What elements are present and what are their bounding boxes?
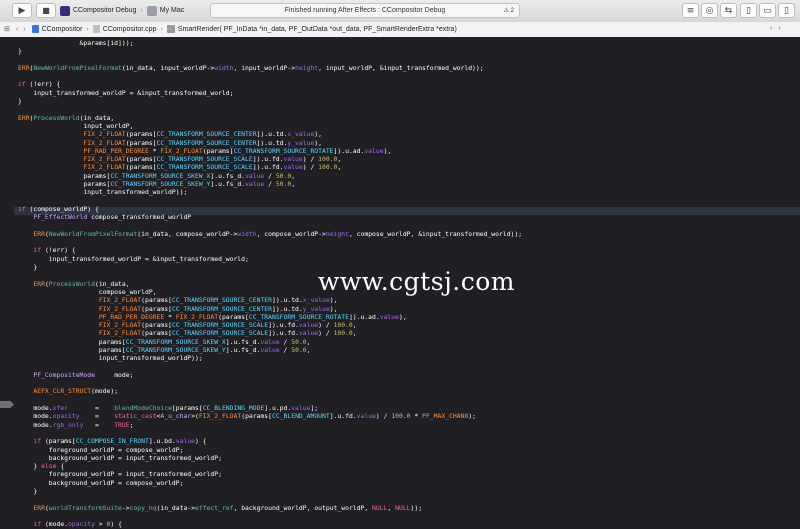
app-icon [60, 5, 70, 16]
project-icon [31, 25, 39, 33]
forward-icon[interactable]: › [23, 26, 25, 33]
code-line[interactable]: ​ [18, 429, 798, 437]
code-line[interactable]: ERR(NewWorldFromPixelFormat(in_data, com… [18, 230, 798, 238]
code-line[interactable]: foreground_worldP = input_transformed_wo… [18, 470, 798, 478]
jumpbar-nav: ⊞ ‹ › CCompositor › CCompositor.cpp › Sm… [4, 25, 457, 33]
mac-icon [146, 5, 157, 16]
code-line[interactable]: background_worldP = input_transformed_wo… [18, 454, 798, 462]
code-line[interactable]: AEFX_CLR_STRUCT(mode); [18, 387, 798, 395]
code-line[interactable]: background_worldP = compose_worldP; [18, 479, 798, 487]
rings-icon: ◎ [705, 5, 714, 16]
code-line[interactable]: mode.rgb_only = TRUE; [18, 421, 798, 429]
code-line[interactable]: } [18, 47, 798, 55]
code-line[interactable]: mode.opacity = static_cast<A_u_char>(FIX… [18, 412, 798, 420]
utilities-toggle[interactable]: ▯ [778, 3, 795, 18]
code-line[interactable]: if (mode.opacity > 0) { [18, 520, 798, 528]
activity-status: Finished running After Effects : CCompos… [210, 3, 520, 18]
code-line[interactable]: ERR(NewWorldFromPixelFormat(in_data, inp… [18, 64, 798, 72]
jump-bar: ⊞ ‹ › CCompositor › CCompositor.cpp › Sm… [0, 22, 800, 38]
code-line[interactable]: } [18, 487, 798, 495]
code-line[interactable]: FIX_2_FLOAT(params[CC_TRANSFORM_SOURCE_C… [18, 130, 798, 138]
warning-badge[interactable]: ⚠ 2 [504, 7, 514, 14]
code-line[interactable]: FIX_2_FLOAT(params[CC_TRANSFORM_SOURCE_S… [18, 321, 798, 329]
navigator-toggle[interactable]: ▯ [740, 3, 757, 18]
code-line[interactable]: params[CC_TRANSFORM_SOURCE_SKEW_Y].u.fs_… [18, 180, 798, 188]
code-line[interactable]: ​ [18, 363, 798, 371]
code-line[interactable]: input_transformed_worldP = &input_transf… [18, 89, 798, 97]
code-line[interactable]: FIX_2_FLOAT(params[CC_TRANSFORM_SOURCE_C… [18, 139, 798, 147]
code-line[interactable]: } else { [18, 462, 798, 470]
code-line[interactable]: ​ [18, 238, 798, 246]
code-line[interactable]: ​ [18, 222, 798, 230]
code-line[interactable]: input_worldP, [18, 122, 798, 130]
scheme-name: CCompositor Debug [73, 7, 137, 14]
code-line[interactable]: if (compose_worldP) { [18, 205, 798, 213]
arrows-icon: ⇆ [724, 5, 733, 16]
function-icon [166, 25, 175, 33]
code-line[interactable]: ​ [18, 396, 798, 404]
code-line[interactable]: PF_CompositeMode mode; [18, 371, 798, 379]
left-panel-icon: ▯ [746, 5, 751, 16]
watermark-text: www.cgtsj.com [318, 267, 516, 296]
code-line[interactable]: input_transformed_worldP)); [18, 188, 798, 196]
lines-icon: ≡ [686, 5, 695, 16]
source-editor[interactable]: &params[id]));}​ERR(NewWorldFromPixelFor… [0, 37, 800, 528]
cpp-file-icon [92, 25, 100, 33]
bottom-panel-icon: ▭ [763, 5, 772, 16]
play-icon: ▶ [18, 5, 26, 16]
code-line[interactable]: foreground_worldP = compose_worldP; [18, 446, 798, 454]
code-line[interactable]: ​ [18, 512, 798, 520]
code-line[interactable]: FIX_2_FLOAT(params[CC_TRANSFORM_SOURCE_S… [18, 329, 798, 337]
window-toolbar: ▶ ■ CCompositor Debug › My Mac Finished … [0, 0, 800, 23]
code-line[interactable]: ​ [18, 56, 798, 64]
next-issue-icon[interactable]: › [778, 25, 780, 32]
view-toggle-group: ▯ ▭ ▯ [740, 3, 795, 18]
back-icon[interactable]: ‹ [16, 26, 18, 33]
code-line[interactable]: input_transformed_worldP)); [18, 354, 798, 362]
code-line[interactable]: &params[id])); [18, 39, 798, 47]
code-line[interactable]: FIX_2_FLOAT(params[CC_TRANSFORM_SOURCE_S… [18, 163, 798, 171]
code-line[interactable]: ​ [18, 105, 798, 113]
code-line[interactable]: if (!err) { [18, 80, 798, 88]
jumpbar-function[interactable]: SmartRender( PF_InData *in_data, PF_OutD… [178, 26, 457, 33]
code-line[interactable]: PF_EffectWorld compose_transformed_world… [18, 213, 798, 221]
run-button[interactable]: ▶ [12, 3, 32, 18]
code-line[interactable]: FIX_2_FLOAT(params[CC_TRANSFORM_SOURCE_S… [18, 155, 798, 163]
code-line[interactable]: ​ [18, 379, 798, 387]
code-line[interactable]: PF_RAD_PER_DEGREE * FIX_2_FLOAT(params[C… [18, 147, 798, 155]
assistant-editor-button[interactable]: ◎ [701, 3, 718, 18]
code-line[interactable]: params[CC_TRANSFORM_SOURCE_SKEW_X].u.fs_… [18, 338, 798, 346]
grid-icon[interactable]: ⊞ [4, 25, 10, 33]
code-line[interactable]: params[CC_TRANSFORM_SOURCE_SKEW_Y].u.fs_… [18, 346, 798, 354]
code-line[interactable]: if (!err) { [18, 246, 798, 254]
code-line[interactable]: ERR(ProcessWorld(in_data, [18, 114, 798, 122]
jumpbar-right-nav: ‹ › [770, 25, 781, 32]
stop-button[interactable]: ■ [36, 3, 56, 18]
editor-gutter[interactable] [0, 37, 14, 500]
code-line[interactable]: ​ [18, 197, 798, 205]
destination-name[interactable]: My Mac [160, 7, 185, 14]
code-line[interactable]: ERR(worldTransformSuite->copy_hq(in_data… [18, 504, 798, 512]
jumpbar-project[interactable]: CCompositor [42, 26, 83, 33]
debug-area-toggle[interactable]: ▭ [759, 3, 776, 18]
code-line[interactable]: if (params[CC_COMPOSE_IN_FRONT].u.bd.val… [18, 437, 798, 445]
code-line[interactable]: ​ [18, 495, 798, 503]
right-panel-icon: ▯ [784, 5, 789, 16]
jumpbar-file[interactable]: CCompositor.cpp [103, 26, 157, 33]
code-line[interactable]: FIX_2_FLOAT(params[CC_TRANSFORM_SOURCE_C… [18, 296, 798, 304]
editor-mode-group: ≡ ◎ ⇆ [682, 3, 737, 18]
code-line[interactable]: params[CC_TRANSFORM_SOURCE_SKEW_X].u.fs_… [18, 172, 798, 180]
stop-icon: ■ [42, 6, 50, 15]
standard-editor-button[interactable]: ≡ [682, 3, 699, 18]
code-line[interactable]: mode.xfer = blendModeChoice[params[CC_BL… [18, 404, 798, 412]
code-line[interactable]: FIX_2_FLOAT(params[CC_TRANSFORM_SOURCE_C… [18, 305, 798, 313]
previous-issue-icon[interactable]: ‹ [770, 25, 772, 32]
code-line[interactable]: PF_RAD_PER_DEGREE * FIX_2_FLOAT(params[C… [18, 313, 798, 321]
scheme-selector[interactable]: CCompositor Debug › My Mac [60, 3, 184, 18]
version-editor-button[interactable]: ⇆ [720, 3, 737, 18]
code-line[interactable]: input_transformed_worldP = &input_transf… [18, 255, 798, 263]
code-line[interactable]: } [18, 97, 798, 105]
code-line[interactable]: ​ [18, 72, 798, 80]
status-text: Finished running After Effects : CCompos… [284, 7, 446, 14]
